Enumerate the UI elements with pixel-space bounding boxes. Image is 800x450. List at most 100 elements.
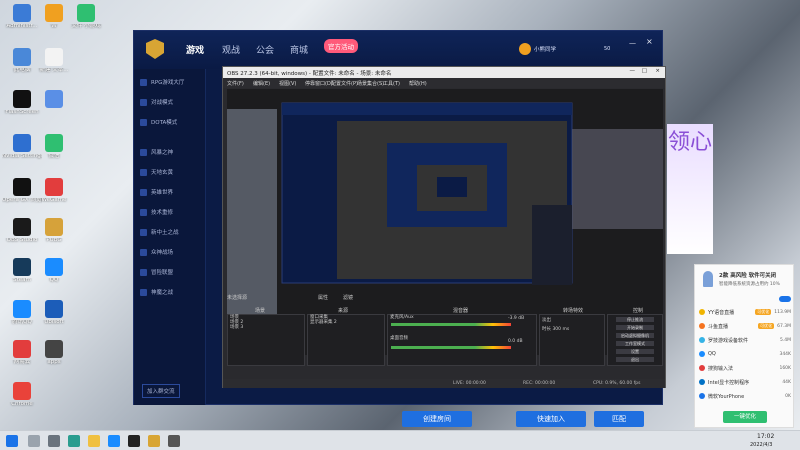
search-icon[interactable] (28, 435, 40, 447)
desktop-icon-label: WeGame (41, 198, 67, 203)
nav-guild[interactable]: 公会 (256, 43, 274, 56)
desktop-icon[interactable]: apps (34, 340, 74, 366)
sidebar-item[interactable]: 新中土之战 (140, 225, 204, 239)
control-button[interactable]: 设置 (616, 349, 654, 354)
minimize-icon[interactable]: — (629, 39, 636, 47)
desktop-icon[interactable]: Ubisoft (34, 300, 74, 326)
obs-menu-item[interactable]: 视图(V) (279, 80, 296, 87)
game-taskbar-icon[interactable] (148, 435, 160, 447)
obs-taskbar-icon[interactable] (128, 435, 140, 447)
quick-join-button[interactable]: 快速加入 (516, 411, 586, 427)
sidebar-item[interactable]: RPG游戏大厅 (140, 75, 204, 89)
desktop-icon[interactable]: 新建 文本... (34, 48, 74, 74)
close-icon[interactable]: × (646, 37, 653, 46)
obs-menu-item[interactable]: 工具(T) (383, 80, 400, 87)
desktop-icon[interactable]: 文件 小游戏 (66, 4, 106, 30)
obs-menu-item[interactable]: 配置文件(P) (331, 80, 358, 87)
source-item[interactable]: 显示器采集 2 (308, 320, 384, 325)
process-row[interactable]: YY语音直播 可优化 113.9M (699, 307, 791, 317)
sidebar-item[interactable]: 神魔之战 (140, 285, 204, 299)
wegame-icon (45, 178, 63, 196)
nav-game[interactable]: 游戏 (186, 43, 204, 56)
desktop-icon-label: Ubisoft (44, 320, 64, 325)
sidebar-item[interactable]: 风暴之神 (140, 145, 204, 159)
owl-icon (45, 4, 63, 22)
sources-panel: 窗口采集 显示器采集 2 (307, 314, 385, 366)
obs-title: OBS 27.2.3 (64-bit, windows) - 配置文件: 未命名… (227, 71, 392, 77)
start-icon[interactable] (6, 435, 18, 447)
desktop-icon[interactable]: 微信 (34, 134, 74, 160)
ad-banner[interactable]: 领心 (667, 124, 713, 254)
toggle-switch[interactable] (779, 296, 791, 302)
desktop-icon-label: 新建 文本... (39, 68, 69, 73)
nvidia-icon (13, 134, 31, 152)
user-avatar[interactable] (519, 43, 531, 55)
clock-time[interactable]: 17:02 (757, 433, 774, 440)
event-badge[interactable]: 官方活动 (324, 39, 358, 53)
desktop-icon[interactable] (34, 90, 74, 110)
process-row[interactable]: 斗鱼直播 可优化 67.3M (699, 321, 791, 331)
create-room-button[interactable]: 创建房间 (402, 411, 472, 427)
process-row[interactable]: 罗技游戏设备软件 5.4M (699, 335, 791, 345)
obs-maximize-icon[interactable]: □ (642, 68, 647, 74)
control-button[interactable]: 开始录制 (616, 325, 654, 330)
explorer-icon[interactable] (88, 435, 100, 447)
obs-menu-item[interactable]: 文件(F) (227, 80, 244, 87)
nav-watch[interactable]: 观战 (222, 43, 240, 56)
transition-type[interactable]: 淡出 (540, 318, 604, 323)
controls-dock-title: 控制 (633, 308, 644, 314)
desktop-icon[interactable]: PUBG (34, 218, 74, 244)
control-button[interactable]: 退出 (616, 357, 654, 362)
sidebar-item[interactable]: 众神战场 (140, 245, 204, 259)
obs-menu-item[interactable]: 编辑(E) (253, 80, 270, 87)
process-name: Intel显卡控制程序 (708, 379, 750, 386)
match-button[interactable]: 匹配 (594, 411, 644, 427)
clock-date[interactable]: 2022/4/3 (750, 442, 772, 448)
process-size: 344K (779, 351, 791, 357)
control-button[interactable]: 停止推流 (616, 317, 654, 322)
computer-icon (13, 4, 31, 22)
duration-value[interactable]: 300 ms (552, 327, 569, 332)
sidebar-item[interactable]: 英雄世界 (140, 185, 204, 199)
process-name: 斗鱼直播 (708, 323, 729, 330)
sidebar-item[interactable]: 天地玄黄 (140, 165, 204, 179)
process-row[interactable]: 搜狗输入法 160K (699, 363, 791, 373)
obs-close-icon[interactable]: × (655, 68, 660, 74)
edge-icon[interactable] (68, 435, 80, 447)
filters-button[interactable]: 滤镜 (343, 294, 353, 301)
sidebar-item[interactable]: 对战模式 (140, 95, 204, 109)
optimize-badge: 可优化 (755, 309, 772, 315)
sources-dock-title: 来源 (338, 308, 349, 314)
sidebar-item[interactable]: 冒险联盟 (140, 265, 204, 279)
sidebar-item-label: 冒险联盟 (151, 270, 174, 276)
optimize-button[interactable]: 一键优化 (723, 411, 767, 423)
control-button[interactable]: 启动虚拟摄像机 (616, 333, 654, 338)
process-row[interactable]: 微软YourPhone 0K (699, 391, 791, 401)
desktop-icon[interactable]: Chrome (2, 382, 42, 408)
process-name: QQ (708, 351, 716, 357)
scene-item[interactable]: 场景 3 (228, 325, 304, 330)
control-button[interactable]: 工作室模式 (616, 341, 654, 346)
obs-menu-item[interactable]: 场景集合(S) (357, 80, 384, 87)
sidebar-item[interactable]: DOTA模式 (140, 115, 204, 129)
process-row[interactable]: QQ 344K (699, 349, 791, 359)
obs-minimize-icon[interactable]: — (630, 68, 636, 74)
obs-menu-item[interactable]: 帮助(H) (409, 80, 427, 87)
task-view-icon[interactable] (48, 435, 60, 447)
desktop-icon-label: FlashScreen (5, 110, 39, 115)
properties-button[interactable]: 属性 (318, 294, 328, 301)
desktop-icon[interactable]: QQ (34, 258, 74, 284)
game-logo-icon[interactable] (146, 39, 164, 59)
user-name[interactable]: 小熊同学 (534, 45, 556, 53)
screen-icon (13, 90, 31, 108)
sidebar-item[interactable]: 技术重修 (140, 205, 204, 219)
process-row[interactable]: Intel显卡控制程序 44K (699, 377, 791, 387)
scenes-dock-title: 场景 (255, 308, 266, 314)
desktop-icon[interactable]: WeGame (34, 178, 74, 204)
mode-icon (140, 188, 147, 196)
join-group-tag[interactable]: 加入群交流 (142, 384, 180, 398)
nav-shop[interactable]: 商城 (290, 43, 308, 56)
qq-taskbar-icon[interactable] (108, 435, 120, 447)
app-taskbar-icon[interactable] (168, 435, 180, 447)
obs-menu-item[interactable]: 停靠窗口(D) (305, 80, 333, 87)
